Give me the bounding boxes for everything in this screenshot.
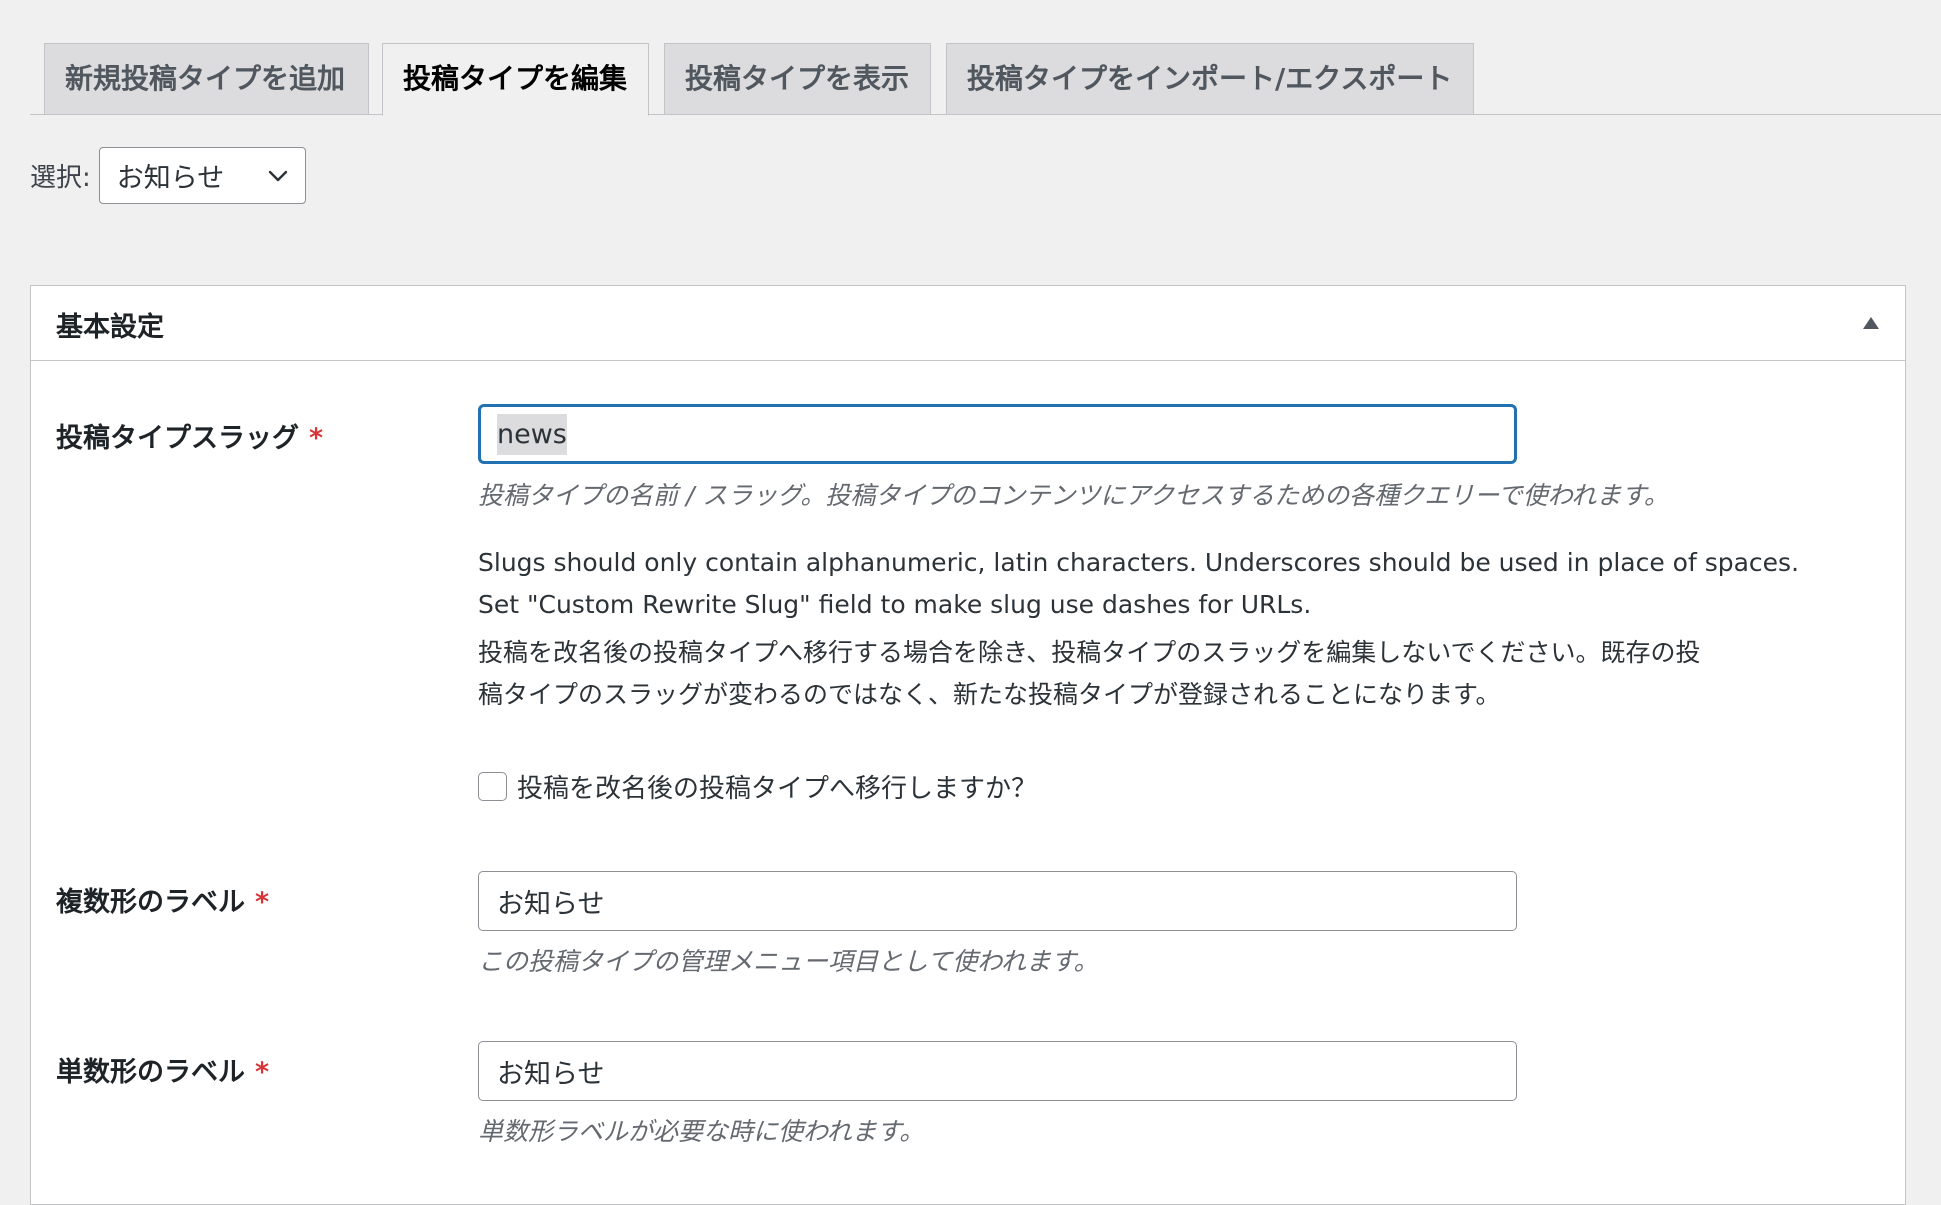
nav-tab-bar: 新規投稿タイプを追加 投稿タイプを編集 投稿タイプを表示 投稿タイプをインポート…	[30, 0, 1941, 116]
singular-label-input-value: お知らせ	[497, 1058, 605, 1090]
slug-help-japanese: 投稿を改名後の投稿タイプへ移行する場合を除き、投稿タイプのスラッグを編集しないで…	[478, 632, 1878, 716]
slug-input[interactable]: news	[478, 404, 1517, 464]
plural-label-input[interactable]: お知らせ	[478, 871, 1517, 931]
plural-label-text: 複数形のラベル	[56, 887, 245, 918]
panel-header[interactable]: 基本設定	[31, 286, 1905, 361]
slug-help-en-line2: Set "Custom Rewrite Slug" field to make …	[478, 590, 1312, 619]
slug-description: 投稿タイプの名前 / スラッグ。投稿タイプのコンテンツにアクセスするための各種ク…	[478, 481, 1669, 510]
slug-label-text: 投稿タイプスラッグ	[56, 423, 299, 454]
slug-help-english: Slugs should only contain alphanumeric, …	[478, 542, 1878, 626]
singular-label-input[interactable]: お知らせ	[478, 1041, 1517, 1101]
required-marker: *	[309, 423, 324, 454]
post-type-select-row: 選択: お知らせ	[30, 147, 306, 204]
tab-add-new-post-type[interactable]: 新規投稿タイプを追加	[44, 43, 369, 114]
select-label: 選択:	[30, 163, 91, 193]
slug-label: 投稿タイプスラッグ *	[56, 416, 323, 455]
basic-settings-panel: 基本設定 投稿タイプスラッグ * news 投稿タイプの名前 / スラッグ。投稿タ…	[30, 285, 1906, 1205]
slug-help-en-line1: Slugs should only contain alphanumeric, …	[478, 548, 1800, 577]
migrate-posts-label[interactable]: 投稿を改名後の投稿タイプへ移行しますか？	[517, 768, 1037, 805]
required-marker: *	[255, 1057, 270, 1088]
tab-import-export[interactable]: 投稿タイプをインポート/エクスポート	[946, 43, 1474, 114]
collapse-toggle-icon[interactable]	[1863, 317, 1879, 329]
tab-view-post-types[interactable]: 投稿タイプを表示	[664, 43, 931, 114]
panel-title: 基本設定	[56, 312, 164, 343]
slug-help-ja-line1: 投稿を改名後の投稿タイプへ移行する場合を除き、投稿タイプのスラッグを編集しないで…	[478, 638, 1701, 667]
plural-label-input-value: お知らせ	[497, 888, 605, 920]
post-type-select[interactable]: お知らせ	[98, 147, 306, 204]
chevron-down-icon	[268, 170, 287, 182]
migrate-posts-row: 投稿を改名後の投稿タイプへ移行しますか？	[478, 768, 1037, 805]
plural-label-description: この投稿タイプの管理メニュー項目として使われます。	[478, 947, 1099, 976]
slug-help-ja-line2: 稿タイプのスラッグが変わるのではなく、新たな投稿タイプが登録されることになります…	[478, 680, 1501, 709]
post-type-select-value: お知らせ	[116, 163, 225, 194]
migrate-posts-checkbox[interactable]	[478, 772, 507, 801]
slug-input-value: news	[497, 413, 567, 455]
singular-label-text: 単数形のラベル	[56, 1057, 245, 1088]
required-marker: *	[255, 887, 270, 918]
plural-label: 複数形のラベル *	[56, 880, 269, 919]
singular-label: 単数形のラベル *	[56, 1050, 269, 1089]
singular-label-description: 単数形ラベルが必要な時に使われます。	[478, 1117, 925, 1146]
tab-edit-post-type[interactable]: 投稿タイプを編集	[382, 43, 649, 116]
